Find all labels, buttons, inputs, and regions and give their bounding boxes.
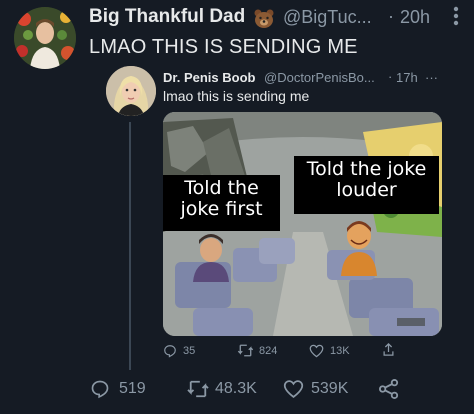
quoted-share-icon[interactable] — [382, 342, 395, 357]
more-icon[interactable] — [449, 4, 463, 28]
quoted-author-handle[interactable]: @DoctorPenisBo... — [264, 70, 375, 85]
quoted-separator-dot: · — [388, 69, 393, 84]
quoted-more-icon[interactable]: ··· — [425, 70, 438, 85]
tweet-timestamp[interactable]: 20h — [400, 7, 430, 28]
reply-icon[interactable] — [90, 379, 110, 399]
quoted-like-icon[interactable] — [309, 344, 324, 358]
like-icon[interactable] — [283, 379, 304, 399]
separator-dot: · — [388, 6, 394, 26]
tweet-text: LMAO THIS IS SENDING ME — [89, 36, 358, 58]
thread-line — [129, 122, 131, 370]
retweet-icon[interactable] — [186, 379, 210, 399]
like-count: 539K — [311, 380, 349, 397]
quoted-retweet-count: 824 — [259, 345, 278, 357]
outer-avatar[interactable] — [14, 7, 76, 69]
quoted-reply-count: 35 — [183, 345, 196, 357]
share-icon[interactable] — [378, 379, 400, 399]
quoted-author-name[interactable]: Dr. Penis Boob — [163, 70, 255, 85]
reply-count: 519 — [119, 380, 146, 397]
quoted-tweet-text: lmao this is sending me — [163, 88, 310, 104]
quoted-timestamp[interactable]: 17h — [396, 70, 418, 85]
author-handle[interactable]: @BigTuc... — [283, 7, 372, 28]
meme-caption-right: Told the joke louder — [294, 156, 439, 214]
quoted-reply-icon[interactable] — [163, 344, 177, 358]
meme-image[interactable]: Told the joke first Told the joke louder — [163, 112, 442, 336]
author-name[interactable]: Big Thankful Dad — [89, 6, 245, 28]
meme-caption-left: Told the joke first — [163, 175, 280, 231]
quoted-avatar[interactable] — [106, 66, 156, 116]
quoted-like-count: 13K — [330, 345, 350, 357]
bear-emoji-icon — [253, 7, 275, 29]
retweet-count: 48.3K — [215, 380, 257, 397]
quoted-retweet-icon[interactable] — [237, 343, 254, 358]
